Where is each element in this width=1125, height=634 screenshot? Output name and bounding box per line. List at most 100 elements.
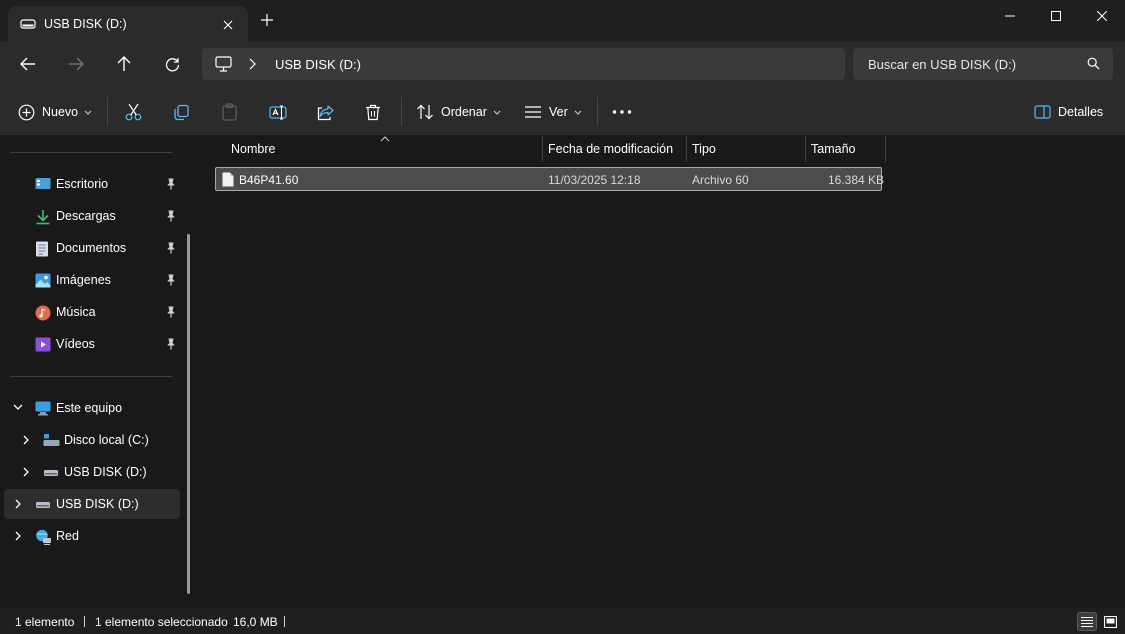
cut-button[interactable]: [125, 99, 142, 125]
status-size: 16,0 MB: [233, 615, 278, 629]
pin-icon[interactable]: [166, 242, 176, 254]
details-pane-icon: [1034, 105, 1051, 119]
chevron-down-icon[interactable]: [13, 403, 23, 411]
toolbar-divider: [107, 97, 108, 126]
view-button[interactable]: Ver: [524, 99, 582, 125]
sidebar-item-documentos[interactable]: Documentos: [4, 233, 180, 263]
chevron-right-icon[interactable]: [22, 435, 30, 445]
file-icon: [222, 172, 234, 187]
address-row: USB DISK (D:) Buscar en USB DISK (D:): [0, 42, 1125, 86]
file-name: B46P41.60: [239, 173, 299, 187]
videos-icon: [35, 337, 51, 352]
usb-drive-icon: [43, 465, 59, 479]
nav-divider: [10, 152, 172, 153]
sidebar-item-disco-local[interactable]: Disco local (C:): [4, 425, 180, 455]
tab-usb-disk[interactable]: USB DISK (D:): [8, 6, 248, 42]
hard-drive-icon: [43, 433, 60, 447]
details-view-button[interactable]: [1077, 612, 1097, 631]
pin-icon[interactable]: [166, 210, 176, 222]
back-button[interactable]: [14, 52, 42, 76]
rename-button[interactable]: [269, 99, 287, 125]
sidebar-item-imagenes[interactable]: Imágenes: [4, 265, 180, 295]
chevron-right-icon[interactable]: [22, 467, 30, 477]
delete-button[interactable]: [365, 99, 381, 125]
plus-circle-icon: [18, 104, 35, 121]
sidebar-item-label: Red: [56, 529, 79, 543]
pin-icon[interactable]: [166, 306, 176, 318]
command-bar: Nuevo Ordenar Ver Detalles: [0, 86, 1125, 136]
computer-icon: [215, 56, 232, 72]
column-header-size[interactable]: Tamaño: [805, 136, 885, 162]
table-row[interactable]: B46P41.60 11/03/2025 12:18 Archivo 60 16…: [215, 167, 885, 191]
computer-icon: [35, 401, 51, 416]
close-tab-icon[interactable]: [218, 15, 238, 35]
network-icon: [35, 529, 52, 545]
download-icon: [35, 209, 51, 225]
view-label: Ver: [549, 105, 568, 119]
sort-icon: [416, 104, 434, 120]
file-list: Nombre Fecha de modificación Tipo Tamaño…: [200, 136, 1125, 608]
maximize-button[interactable]: [1033, 0, 1079, 32]
documents-icon: [35, 241, 49, 257]
sidebar-item-descargas[interactable]: Descargas: [4, 201, 180, 231]
sidebar-item-usb-disk[interactable]: USB DISK (D:): [4, 489, 180, 519]
chevron-right-icon[interactable]: [14, 499, 22, 509]
navigation-pane: Escritorio Descargas Documentos Imágenes: [0, 136, 200, 608]
title-bar: USB DISK (D:): [0, 0, 1125, 42]
new-tab-icon[interactable]: [261, 14, 273, 26]
desktop-icon: [35, 177, 51, 191]
search-input[interactable]: Buscar en USB DISK (D:): [853, 48, 1113, 80]
details-button[interactable]: Detalles: [1034, 99, 1103, 125]
scissors-icon: [125, 103, 142, 121]
tab-title: USB DISK (D:): [44, 17, 127, 31]
close-button[interactable]: [1079, 0, 1125, 32]
chevron-down-icon: [493, 110, 501, 115]
column-divider[interactable]: [885, 136, 886, 162]
sidebar-item-red[interactable]: Red: [4, 521, 180, 551]
refresh-button[interactable]: [158, 52, 186, 76]
sidebar-item-musica[interactable]: Música: [4, 297, 180, 327]
file-size: 16.384 KB: [828, 173, 885, 187]
new-label: Nuevo: [42, 105, 79, 119]
paste-button[interactable]: [221, 99, 238, 125]
column-header-name[interactable]: Nombre: [225, 136, 542, 162]
pin-icon[interactable]: [166, 338, 176, 350]
sort-button[interactable]: Ordenar: [416, 99, 501, 125]
more-icon: [612, 110, 632, 114]
usb-drive-icon: [20, 17, 36, 31]
up-button[interactable]: [110, 52, 138, 76]
sidebar-item-videos[interactable]: Vídeos: [4, 329, 180, 359]
share-button[interactable]: [317, 99, 334, 125]
pin-icon[interactable]: [166, 178, 176, 190]
column-header-type[interactable]: Tipo: [686, 136, 805, 162]
chevron-down-icon: [84, 110, 92, 115]
share-icon: [317, 104, 334, 121]
breadcrumb[interactable]: USB DISK (D:): [275, 57, 361, 72]
chevron-down-icon: [574, 110, 582, 115]
more-options-button[interactable]: [612, 99, 632, 125]
rename-icon: [269, 104, 287, 121]
sidebar-item-label: USB DISK (D:): [64, 465, 147, 479]
chevron-right-icon[interactable]: [14, 531, 22, 541]
copy-button[interactable]: [173, 99, 190, 125]
new-button[interactable]: Nuevo: [18, 99, 92, 125]
file-type: Archivo 60: [692, 173, 749, 187]
sidebar-item-label: Documentos: [56, 241, 127, 255]
search-placeholder: Buscar en USB DISK (D:): [868, 57, 1017, 72]
sidebar-item-escritorio[interactable]: Escritorio: [4, 169, 180, 199]
chevron-right-icon[interactable]: [248, 58, 256, 70]
nav-divider: [10, 376, 172, 377]
usb-drive-icon: [35, 497, 51, 511]
sidebar-item-este-equipo[interactable]: Este equipo: [4, 393, 180, 423]
column-header-modified[interactable]: Fecha de modificación: [542, 136, 686, 162]
minimize-button[interactable]: [987, 0, 1033, 32]
clipboard-icon: [221, 103, 238, 121]
forward-button[interactable]: [62, 52, 90, 76]
pin-icon[interactable]: [166, 274, 176, 286]
sidebar-item-label: Imágenes: [56, 273, 111, 287]
tiles-view-button[interactable]: [1100, 612, 1120, 631]
file-modified: 11/03/2025 12:18: [548, 173, 641, 187]
sidebar-item-usb-child[interactable]: USB DISK (D:): [4, 457, 180, 487]
address-bar[interactable]: USB DISK (D:): [202, 48, 845, 80]
nav-scrollbar[interactable]: [187, 234, 190, 594]
